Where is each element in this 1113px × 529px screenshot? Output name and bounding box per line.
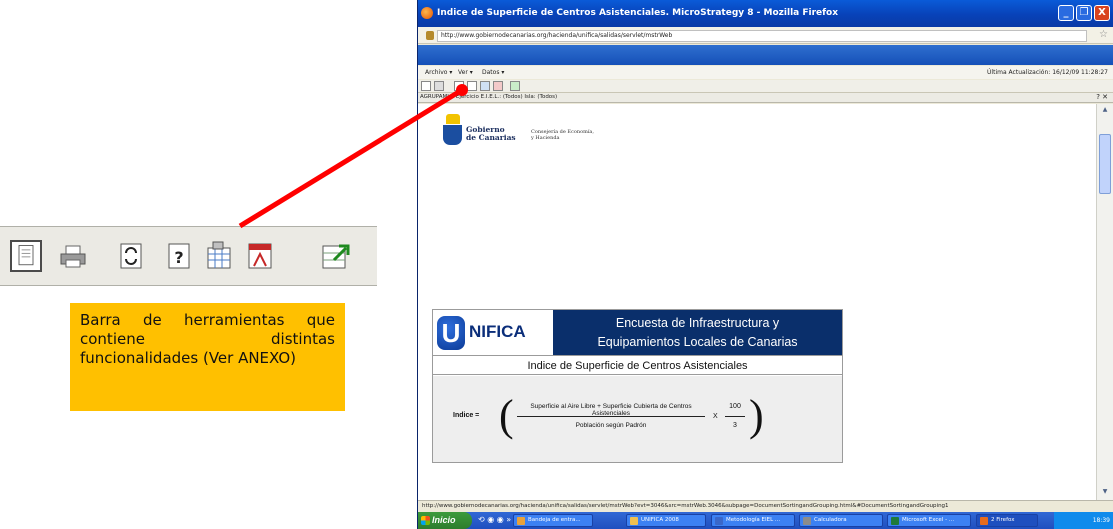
title-bar: Indice de Superficie de Centros Asistenc… bbox=[418, 0, 1113, 27]
export-icon[interactable] bbox=[320, 240, 352, 272]
menu-ver[interactable]: Ver ▾ bbox=[458, 69, 473, 76]
window-title: Indice de Superficie de Centros Asistenc… bbox=[437, 8, 839, 18]
word-icon bbox=[715, 517, 723, 525]
firefox-task-icon bbox=[980, 517, 988, 525]
factor-denominator: 3 bbox=[733, 422, 737, 429]
system-tray: 18:39 bbox=[1054, 512, 1113, 529]
task-excel[interactable]: Microsoft Excel - ... bbox=[887, 514, 971, 527]
windows-flag-icon bbox=[421, 516, 430, 525]
status-url: http://www.gobiernodecanarias.org/hacien… bbox=[422, 503, 949, 509]
export-excel-icon[interactable] bbox=[480, 81, 490, 91]
refresh-icon[interactable] bbox=[115, 240, 147, 272]
minimize-button[interactable]: _ bbox=[1058, 5, 1074, 21]
card-header-title: Encuesta de Infraestructura y Equipamien… bbox=[553, 310, 842, 355]
task-unifica[interactable]: UNIFICA 2008 bbox=[626, 514, 706, 527]
svg-text:?: ? bbox=[174, 248, 183, 267]
unifica-logo: U NIFICA bbox=[433, 310, 553, 355]
callout-box: Barra de herramientas que contiene disti… bbox=[70, 303, 345, 411]
window-controls: _ ❐ X bbox=[1058, 5, 1110, 21]
start-button[interactable]: Inicio bbox=[418, 512, 472, 529]
clock: 18:39 bbox=[1092, 517, 1110, 524]
taskbar: Inicio ⟲ ◉ ◉ » Bandeja de entra... UNIFI… bbox=[418, 512, 1113, 529]
card-subtitle: Indice de Superficie de Centros Asistenc… bbox=[433, 355, 842, 375]
filter-buttons[interactable]: ? ✕ bbox=[1096, 93, 1108, 101]
close-button[interactable]: X bbox=[1094, 5, 1110, 21]
scroll-down-icon[interactable]: ▼ bbox=[1099, 488, 1111, 498]
refresh-icon[interactable] bbox=[454, 81, 464, 91]
close-parenthesis: ) bbox=[749, 391, 764, 440]
export-excel-icon[interactable] bbox=[203, 240, 235, 272]
help-icon[interactable] bbox=[467, 81, 477, 91]
header-line1: Encuesta de Infraestructura y bbox=[615, 316, 780, 330]
task-calculator[interactable]: Calculadora bbox=[799, 514, 883, 527]
menu-bar: Archivo ▾ Ver ▾ Datos ▾ Última Actualiza… bbox=[418, 66, 1113, 79]
firefox-icon bbox=[421, 7, 433, 19]
times-sign: X bbox=[713, 413, 718, 420]
formula-label: Indice = bbox=[453, 412, 480, 419]
scroll-thumb[interactable] bbox=[1099, 134, 1111, 194]
design-view-icon[interactable] bbox=[421, 81, 431, 91]
task-firefox[interactable]: 2 Firefox bbox=[976, 514, 1038, 527]
outlook-icon bbox=[517, 517, 525, 525]
task-outlook[interactable]: Bandeja de entra... bbox=[513, 514, 593, 527]
last-update-label: Última Actualización: 16/12/09 11:28:27 bbox=[987, 69, 1108, 76]
toolbar bbox=[418, 80, 1113, 93]
formula-denominator: Población según Padrón bbox=[575, 422, 647, 429]
page-icon bbox=[426, 31, 434, 40]
print-icon[interactable] bbox=[57, 240, 89, 272]
card-header: U NIFICA Encuesta de Infraestructura y E… bbox=[433, 310, 842, 355]
formula-area: Indice = ( Superficie al Aire Libre + Su… bbox=[433, 376, 842, 462]
export-icon[interactable] bbox=[510, 81, 520, 91]
formula-numerator: Superficie al Aire Libre + Superficie Cu… bbox=[530, 403, 692, 417]
shield-icon bbox=[443, 125, 462, 145]
start-label: Inicio bbox=[432, 515, 456, 525]
stage: Indice de Superficie de Centros Asistenc… bbox=[0, 0, 1113, 529]
filter-text: AGRUPAMI... Ejercicio E.I.E.L.: (Todos) … bbox=[420, 94, 558, 100]
menu-archivo[interactable]: Archivo ▾ bbox=[425, 69, 452, 76]
scroll-up-icon[interactable]: ▲ bbox=[1099, 106, 1111, 116]
zoomed-toolbar: ? bbox=[0, 226, 377, 286]
crown-icon bbox=[446, 114, 460, 124]
export-pdf-icon[interactable] bbox=[245, 240, 277, 272]
maximize-button[interactable]: ❐ bbox=[1076, 5, 1092, 21]
firefox-window: Indice de Superficie de Centros Asistenc… bbox=[417, 0, 1113, 529]
report-content: Gobierno de Canarias Consejería de Econo… bbox=[418, 104, 1097, 500]
vertical-scrollbar[interactable]: ▲ ▼ bbox=[1096, 104, 1113, 500]
unifica-u-icon: U bbox=[437, 316, 465, 350]
unifica-logo-text: NIFICA bbox=[469, 322, 526, 341]
menu-datos[interactable]: Datos ▾ bbox=[482, 69, 504, 76]
app-header-band bbox=[418, 45, 1113, 65]
help-icon[interactable]: ? bbox=[163, 240, 195, 272]
task-word[interactable]: Metodología EIEL ... bbox=[711, 514, 795, 527]
indicator-card: U NIFICA Encuesta de Infraestructura y E… bbox=[432, 309, 843, 463]
address-bar: http://www.gobiernodecanarias.org/hacien… bbox=[418, 27, 1113, 44]
export-pdf-icon[interactable] bbox=[493, 81, 503, 91]
header-line2: Equipamientos Locales de Canarias bbox=[597, 335, 798, 349]
print-icon[interactable] bbox=[434, 81, 444, 91]
url-input[interactable]: http://www.gobiernodecanarias.org/hacien… bbox=[437, 30, 1087, 42]
calculator-icon bbox=[803, 517, 811, 525]
folder-icon bbox=[630, 517, 638, 525]
fraction-line bbox=[517, 416, 705, 417]
factor-line bbox=[725, 416, 745, 417]
status-bar: http://www.gobiernodecanarias.org/hacien… bbox=[418, 500, 1113, 512]
logo-dept-line2: y Hacienda bbox=[531, 135, 560, 141]
bookmark-star-icon[interactable]: ☆ bbox=[1099, 29, 1108, 40]
design-view-icon[interactable] bbox=[10, 240, 42, 272]
excel-icon bbox=[891, 517, 899, 525]
filter-bar: AGRUPAMI... Ejercicio E.I.E.L.: (Todos) … bbox=[418, 93, 1113, 103]
quick-launch[interactable]: ⟲ ◉ ◉ » bbox=[478, 515, 511, 524]
factor-numerator: 100 bbox=[729, 403, 741, 410]
open-parenthesis: ( bbox=[499, 391, 514, 440]
logo-name-line2: de Canarias bbox=[466, 133, 516, 142]
